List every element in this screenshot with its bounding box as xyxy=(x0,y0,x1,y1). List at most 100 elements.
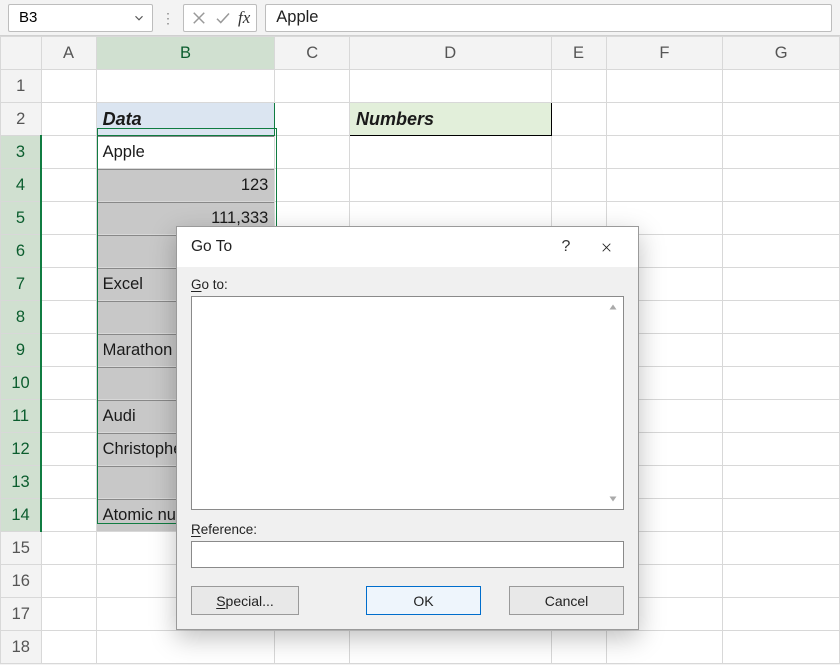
col-header-E[interactable]: E xyxy=(551,37,606,70)
cell-A2[interactable] xyxy=(41,103,96,136)
cell-F2[interactable] xyxy=(606,103,723,136)
row-header-5[interactable]: 5 xyxy=(1,202,42,235)
cell-A5[interactable] xyxy=(41,202,96,235)
cell-A14[interactable] xyxy=(41,499,96,532)
row-header-18[interactable]: 18 xyxy=(1,631,42,664)
cell-F18[interactable] xyxy=(606,631,723,664)
cell-E4[interactable] xyxy=(551,169,606,202)
enter-formula-icon[interactable] xyxy=(214,9,232,27)
special-button[interactable]: Special... xyxy=(191,586,299,615)
cell-B4[interactable]: 123 xyxy=(96,169,275,202)
fx-icon[interactable]: fx xyxy=(238,8,250,28)
scrollbar[interactable] xyxy=(603,297,623,509)
name-box[interactable]: B3 xyxy=(8,4,153,32)
row-header-12[interactable]: 12 xyxy=(1,433,42,466)
cell-A18[interactable] xyxy=(41,631,96,664)
cell-G18[interactable] xyxy=(723,631,840,664)
cell-B3[interactable]: Apple xyxy=(96,136,275,169)
cell-D1[interactable] xyxy=(349,70,551,103)
cell-G10[interactable] xyxy=(723,367,840,400)
row-header-3[interactable]: 3 xyxy=(1,136,42,169)
cell-G5[interactable] xyxy=(723,202,840,235)
cell-A11[interactable] xyxy=(41,400,96,433)
cell-D3[interactable] xyxy=(349,136,551,169)
row-header-7[interactable]: 7 xyxy=(1,268,42,301)
cell-A13[interactable] xyxy=(41,466,96,499)
row-header-2[interactable]: 2 xyxy=(1,103,42,136)
cell-G6[interactable] xyxy=(723,235,840,268)
cell-C4[interactable] xyxy=(275,169,350,202)
cell-D4[interactable] xyxy=(349,169,551,202)
cell-F4[interactable] xyxy=(606,169,723,202)
cell-A7[interactable] xyxy=(41,268,96,301)
cell-E1[interactable] xyxy=(551,70,606,103)
row-header-14[interactable]: 14 xyxy=(1,499,42,532)
row-header-16[interactable]: 16 xyxy=(1,565,42,598)
cell-E3[interactable] xyxy=(551,136,606,169)
row-header-17[interactable]: 17 xyxy=(1,598,42,631)
col-header-C[interactable]: C xyxy=(275,37,350,70)
goto-listbox[interactable] xyxy=(191,296,624,510)
cell-A4[interactable] xyxy=(41,169,96,202)
cell-G4[interactable] xyxy=(723,169,840,202)
cell-C1[interactable] xyxy=(275,70,350,103)
cell-C2[interactable] xyxy=(275,103,350,136)
cell-B18[interactable] xyxy=(96,631,275,664)
row-header-8[interactable]: 8 xyxy=(1,301,42,334)
cell-A17[interactable] xyxy=(41,598,96,631)
cell-A1[interactable] xyxy=(41,70,96,103)
cell-G9[interactable] xyxy=(723,334,840,367)
cell-G11[interactable] xyxy=(723,400,840,433)
col-header-B[interactable]: B xyxy=(96,37,275,70)
col-header-D[interactable]: D xyxy=(349,37,551,70)
cell-A9[interactable] xyxy=(41,334,96,367)
cell-A15[interactable] xyxy=(41,532,96,565)
cell-G2[interactable] xyxy=(723,103,840,136)
col-header-G[interactable]: G xyxy=(723,37,840,70)
cell-G7[interactable] xyxy=(723,268,840,301)
cell-G3[interactable] xyxy=(723,136,840,169)
cell-C18[interactable] xyxy=(275,631,350,664)
cell-D18[interactable] xyxy=(349,631,551,664)
col-header-A[interactable]: A xyxy=(41,37,96,70)
formula-input[interactable]: Apple xyxy=(265,4,832,32)
cell-E18[interactable] xyxy=(551,631,606,664)
cell-D2[interactable]: Numbers xyxy=(349,103,551,136)
row-header-11[interactable]: 11 xyxy=(1,400,42,433)
cell-A3[interactable] xyxy=(41,136,96,169)
cell-F3[interactable] xyxy=(606,136,723,169)
row-header-6[interactable]: 6 xyxy=(1,235,42,268)
row-header-1[interactable]: 1 xyxy=(1,70,42,103)
row-header-9[interactable]: 9 xyxy=(1,334,42,367)
cell-B1[interactable] xyxy=(96,70,275,103)
row-header-15[interactable]: 15 xyxy=(1,532,42,565)
select-all-corner[interactable] xyxy=(1,37,42,70)
cell-G14[interactable] xyxy=(723,499,840,532)
cell-F1[interactable] xyxy=(606,70,723,103)
cell-A6[interactable] xyxy=(41,235,96,268)
close-button[interactable] xyxy=(586,227,626,267)
cell-A10[interactable] xyxy=(41,367,96,400)
cell-G13[interactable] xyxy=(723,466,840,499)
cell-G17[interactable] xyxy=(723,598,840,631)
ok-button[interactable]: OK xyxy=(366,586,481,615)
cell-G1[interactable] xyxy=(723,70,840,103)
cell-E2[interactable] xyxy=(551,103,606,136)
cell-A12[interactable] xyxy=(41,433,96,466)
cell-A8[interactable] xyxy=(41,301,96,334)
row-header-4[interactable]: 4 xyxy=(1,169,42,202)
cell-G12[interactable] xyxy=(723,433,840,466)
cell-B2[interactable]: Data xyxy=(96,103,275,136)
row-header-10[interactable]: 10 xyxy=(1,367,42,400)
cell-G8[interactable] xyxy=(723,301,840,334)
reference-input[interactable] xyxy=(191,541,624,568)
col-header-F[interactable]: F xyxy=(606,37,723,70)
dialog-titlebar[interactable]: Go To ? xyxy=(177,227,638,267)
cell-G16[interactable] xyxy=(723,565,840,598)
cell-G15[interactable] xyxy=(723,532,840,565)
row-header-13[interactable]: 13 xyxy=(1,466,42,499)
help-button[interactable]: ? xyxy=(546,227,586,267)
cancel-button[interactable]: Cancel xyxy=(509,586,624,615)
cell-C3[interactable] xyxy=(275,136,350,169)
cell-A16[interactable] xyxy=(41,565,96,598)
